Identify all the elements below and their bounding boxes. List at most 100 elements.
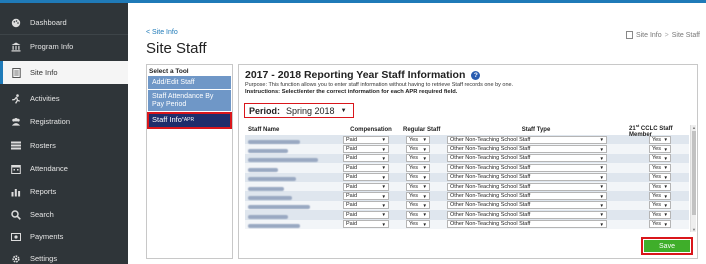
compensation-select[interactable]: Paid ▼ [343,145,389,154]
cclc-member-select[interactable]: Yes ▼ [649,154,671,163]
tool-label: Add/Edit Staff [152,79,195,86]
tool-add-edit-staff[interactable]: Add/Edit Staff [148,76,231,89]
compensation-select[interactable]: Paid ▼ [343,163,389,172]
staff-type-select[interactable]: Other Non-Teaching School Staff ▼ [447,135,607,144]
chevron-down-icon: ▼ [663,221,668,227]
staff-type-select[interactable]: Other Non-Teaching School Staff ▼ [447,182,607,191]
staff-type-select[interactable]: Other Non-Teaching School Staff ▼ [447,154,607,163]
regular-staff-select[interactable]: Yes ▼ [406,135,430,144]
compensation-select[interactable]: Paid ▼ [343,182,389,191]
regular-staff-select[interactable]: Yes ▼ [406,182,430,191]
breadcrumb-site-info[interactable]: Site Info [636,32,662,39]
redacted-name [248,196,292,201]
compensation-select[interactable]: Paid ▼ [343,220,389,229]
tool-staff-info-apr[interactable]: Staff Info*APR [147,112,232,129]
staff-type-select[interactable]: Other Non-Teaching School Staff ▼ [447,220,607,229]
col-compensation: Compensation [350,127,392,133]
regular-staff-select[interactable]: Yes ▼ [406,220,430,229]
regular-staff-cell: Yes ▼ [403,145,443,154]
compensation-select[interactable]: Paid ▼ [343,192,389,201]
chevron-down-icon: ▼ [599,212,604,218]
sidebar-item-payments[interactable]: Payments [0,225,128,248]
cclc-member-select[interactable]: Yes ▼ [649,192,671,201]
sidebar-item-dashboard[interactable]: Dashboard [0,11,128,34]
compensation-select[interactable]: Paid ▼ [343,154,389,163]
period-select[interactable]: Spring 2018 ▼ [284,105,349,117]
sidebar-item-activities[interactable]: Activities [0,87,128,110]
document-icon [625,31,633,39]
sidebar-item-reports[interactable]: Reports [0,180,128,203]
cclc-member-select[interactable]: Yes ▼ [649,182,671,191]
help-icon[interactable]: ? [471,70,481,80]
staff-type-cell: Other Non-Teaching School Staff ▼ [443,154,629,163]
back-to-site-info-link[interactable]: < Site Info [146,29,178,36]
staff-type-select[interactable]: Other Non-Teaching School Staff ▼ [447,145,607,154]
sidebar-item-program-info[interactable]: Program Info [0,35,128,58]
sidebar-item-label: Search [30,210,54,219]
cclc-member-select[interactable]: Yes ▼ [649,173,671,182]
staff-type-value: Other Non-Teaching School Staff [450,211,531,218]
regular-staff-value: Yes [409,155,418,162]
cclc-member-cell: Yes ▼ [629,154,689,163]
chevron-down-icon: ▼ [599,193,604,199]
staff-type-select[interactable]: Other Non-Teaching School Staff ▼ [447,173,607,182]
staff-type-select[interactable]: Other Non-Teaching School Staff ▼ [447,210,607,219]
regular-staff-select[interactable]: Yes ▼ [406,173,430,182]
scroll-up-icon[interactable]: ▲ [691,125,697,130]
compensation-select[interactable]: Paid ▼ [343,210,389,219]
staff-type-select[interactable]: Other Non-Teaching School Staff ▼ [447,163,607,172]
chevron-down-icon: ▼ [663,155,668,161]
sidebar-item-site-info[interactable]: Site Info [0,61,128,84]
regular-staff-value: Yes [409,146,418,153]
cclc-member-select[interactable]: Yes ▼ [649,145,671,154]
cclc-member-select[interactable]: Yes ▼ [649,163,671,172]
regular-staff-select[interactable]: Yes ▼ [406,201,430,210]
cclc-member-select[interactable]: Yes ▼ [649,201,671,210]
breadcrumb-separator: > [664,31,669,39]
compensation-select[interactable]: Paid ▼ [343,201,389,210]
tool-label: Staff Info [152,115,182,124]
sidebar-item-settings[interactable]: Settings [0,247,128,264]
sidebar-item-label: Settings [30,254,58,263]
app-window: Dashboard Program Info Site Info Activit… [0,0,706,264]
regular-staff-value: Yes [409,221,418,228]
redacted-name [248,205,310,210]
chevron-down-icon: ▼ [422,155,427,161]
compensation-value: Paid [346,211,358,218]
sidebar-item-label: Rosters [30,141,56,150]
sidebar-item-attendance[interactable]: Attendance [0,157,128,180]
cclc-member-select[interactable]: Yes ▼ [649,210,671,219]
redacted-name [248,149,288,154]
col-regular-staff: Regular Staff [403,127,441,133]
compensation-select[interactable]: Paid ▼ [343,173,389,182]
staff-info-panel: 2017 - 2018 Reporting Year Staff Informa… [238,64,698,259]
sidebar-item-rosters[interactable]: Rosters [0,134,128,157]
scroll-down-icon[interactable]: ▼ [691,227,697,232]
scroll-thumb[interactable] [692,131,696,215]
sidebar-item-search[interactable]: Search [0,203,128,226]
redacted-name [248,214,288,219]
tool-staff-attendance[interactable]: Staff Attendance By Pay Period [148,90,231,111]
save-button[interactable]: Save [644,240,690,252]
staff-type-select[interactable]: Other Non-Teaching School Staff ▼ [447,201,607,210]
period-label: Period: [249,105,281,116]
compensation-select[interactable]: Paid ▼ [343,135,389,144]
chevron-down-icon: ▼ [381,165,386,171]
sidebar-item-registration[interactable]: Registration [0,110,128,133]
compensation-cell: Paid ▼ [339,182,403,191]
institution-icon [11,42,21,52]
cclc-member-select[interactable]: Yes ▼ [649,220,671,229]
cclc-member-cell: Yes ▼ [629,201,689,210]
staff-type-value: Other Non-Teaching School Staff [450,174,531,181]
chevron-down-icon: ▼ [422,202,427,208]
regular-staff-select[interactable]: Yes ▼ [406,192,430,201]
table-row: Paid ▼ Yes ▼ Other Non-Teaching School Staff… [245,219,689,229]
regular-staff-select[interactable]: Yes ▼ [406,163,430,172]
cclc-member-select[interactable]: Yes ▼ [649,135,671,144]
staff-type-select[interactable]: Other Non-Teaching School Staff ▼ [447,192,607,201]
chevron-down-icon: ▼ [422,165,427,171]
regular-staff-select[interactable]: Yes ▼ [406,154,430,163]
regular-staff-select[interactable]: Yes ▼ [406,210,430,219]
regular-staff-select[interactable]: Yes ▼ [406,145,430,154]
table-scrollbar[interactable]: ▲ ▼ [690,125,696,232]
